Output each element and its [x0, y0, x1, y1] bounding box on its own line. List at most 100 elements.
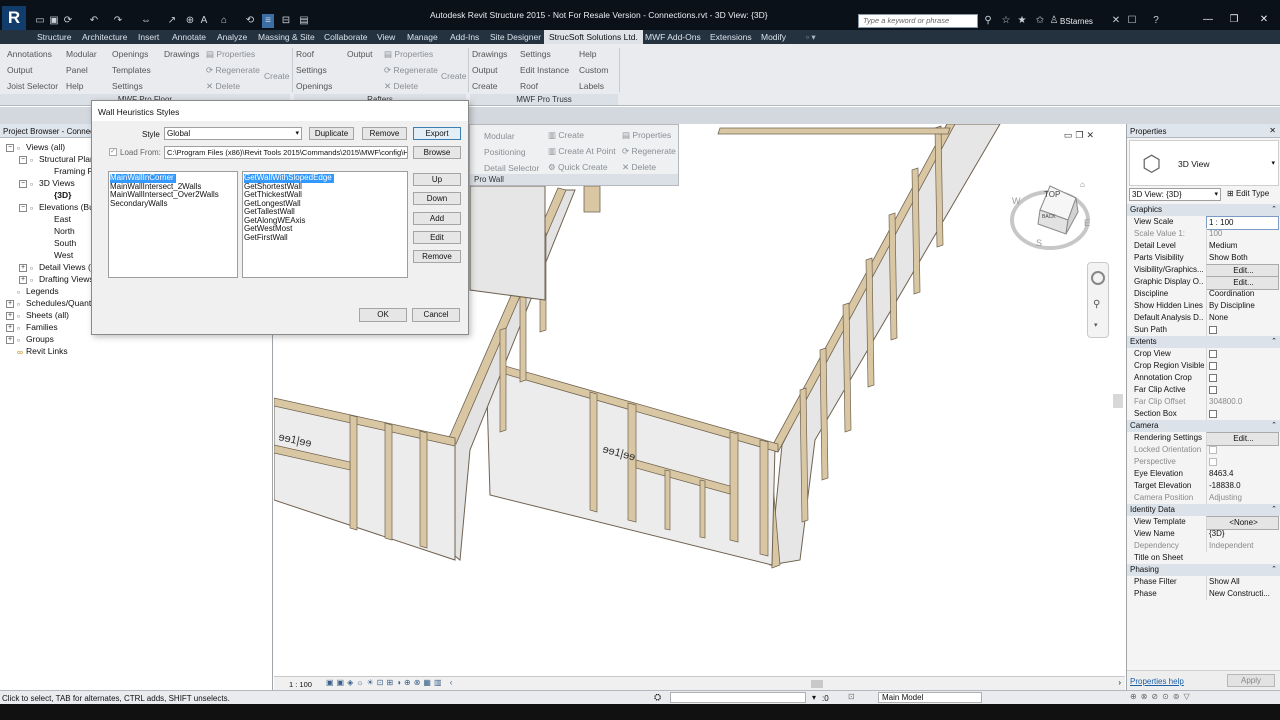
- property-section-header[interactable]: Phasing ⌃: [1127, 564, 1280, 576]
- view-window-controls[interactable]: ▭❐✕: [1064, 130, 1097, 141]
- floor-regenerate-button[interactable]: ⟳ Regenerate: [206, 65, 260, 76]
- binoculars-icon[interactable]: ⚲: [982, 14, 994, 28]
- tab-insert[interactable]: Insert: [138, 32, 159, 42]
- rafters-delete-button[interactable]: ✕ Delete: [384, 81, 418, 92]
- tree-toggle-icon[interactable]: +: [6, 324, 14, 332]
- property-section-header[interactable]: Camera ⌃: [1127, 420, 1280, 432]
- thin-lines-icon[interactable]: ≡: [262, 14, 274, 28]
- sync-icon[interactable]: ⟳: [62, 14, 74, 28]
- steering-wheel-icon[interactable]: [1091, 271, 1105, 285]
- redo-icon[interactable]: ↷: [112, 14, 124, 28]
- tree-toggle-icon[interactable]: +: [19, 276, 27, 284]
- wall-regenerate-button[interactable]: ⟳ Regenerate: [622, 146, 676, 157]
- load-from-path-input[interactable]: C:\Program Files (x86)\Revit Tools 2015\…: [164, 146, 408, 159]
- joist-selector-dropdown[interactable]: Joist Selector: [7, 81, 58, 91]
- tree-item[interactable]: South: [54, 238, 76, 248]
- floor-properties-button[interactable]: ▤ Properties: [206, 49, 255, 60]
- tab-view[interactable]: View: [377, 32, 395, 42]
- tab-manage[interactable]: Manage: [407, 32, 438, 42]
- floor-create-button[interactable]: Create: [264, 71, 290, 81]
- tree-item[interactable]: Revit Links: [26, 346, 68, 356]
- property-value[interactable]: None: [1206, 312, 1279, 324]
- panel-dropdown[interactable]: Panel: [66, 65, 88, 75]
- edit-instance-dropdown[interactable]: Edit Instance: [520, 65, 569, 75]
- floor-delete-button[interactable]: ✕ Delete: [206, 81, 240, 92]
- tree-toggle-icon[interactable]: +: [6, 300, 14, 308]
- tree-item[interactable]: East: [54, 214, 71, 224]
- property-value[interactable]: Show All: [1206, 576, 1279, 588]
- ribbon-toggle-icon[interactable]: ▫ ▾: [806, 32, 816, 43]
- rafters-regenerate-button[interactable]: ⟳ Regenerate: [384, 65, 438, 76]
- truss-output-dropdown[interactable]: Output: [472, 65, 498, 75]
- property-checkbox[interactable]: [1209, 374, 1217, 382]
- property-value[interactable]: Medium: [1206, 240, 1279, 252]
- list-item[interactable]: SecondaryWalls: [110, 199, 168, 209]
- custom-dropdown[interactable]: Custom: [579, 65, 608, 75]
- tree-item[interactable]: Legends: [26, 286, 59, 296]
- edit-button[interactable]: Edit: [413, 231, 461, 244]
- properties-help-link[interactable]: Properties help: [1130, 677, 1184, 686]
- nav-dropdown-icon[interactable]: ▾: [1094, 321, 1098, 329]
- subscription-icon[interactable]: ☆: [1000, 14, 1012, 28]
- tree-item[interactable]: Views (all): [26, 142, 65, 152]
- type-selector[interactable]: ⬡ 3D View ▾: [1129, 140, 1279, 186]
- property-checkbox[interactable]: [1209, 410, 1217, 418]
- close-hidden-icon[interactable]: ⊟: [280, 14, 292, 28]
- viewcube-side-label[interactable]: BACK: [1042, 214, 1056, 220]
- positioning-dropdown[interactable]: Positioning: [484, 147, 526, 157]
- wall-properties-button[interactable]: ▤ Properties: [622, 130, 671, 141]
- tree-toggle-icon[interactable]: −: [19, 156, 27, 164]
- up-button[interactable]: Up: [413, 173, 461, 186]
- tab-site-designer[interactable]: Site Designer: [490, 32, 541, 42]
- section-icon[interactable]: ⟲: [244, 14, 256, 28]
- truss-roof-dropdown[interactable]: Roof: [520, 81, 538, 91]
- collapse-icon[interactable]: ⌃: [1271, 204, 1277, 216]
- tree-item[interactable]: Schedules/Quanti: [26, 298, 93, 308]
- wall-delete-button[interactable]: ✕ Delete: [622, 162, 656, 173]
- create-at-point-button[interactable]: ▥ Create At Point: [548, 146, 616, 157]
- tree-toggle-icon[interactable]: −: [6, 144, 14, 152]
- heuristic-groups-list[interactable]: MainWallInCorner MainWallIntersect_2Walls…: [108, 171, 238, 278]
- tree-toggle-icon[interactable]: +: [6, 336, 14, 344]
- tab-modify[interactable]: Modify: [761, 32, 786, 42]
- tree-toggle-icon[interactable]: +: [6, 312, 14, 320]
- wall-modular-dropdown[interactable]: Modular: [484, 131, 515, 141]
- openings-dropdown[interactable]: Openings: [112, 49, 148, 59]
- property-checkbox[interactable]: [1209, 362, 1217, 370]
- user-name[interactable]: BStarnes: [1060, 17, 1093, 26]
- tree-item[interactable]: Families: [26, 322, 58, 332]
- property-checkbox[interactable]: [1209, 326, 1217, 334]
- modular-dropdown[interactable]: Modular: [66, 49, 97, 59]
- text-icon[interactable]: A: [198, 14, 210, 28]
- cancel-button[interactable]: Cancel: [412, 308, 460, 322]
- help-icon[interactable]: ?: [1150, 14, 1162, 28]
- undo-icon[interactable]: ↶: [88, 14, 100, 28]
- roof-dropdown[interactable]: Roof: [296, 49, 314, 59]
- style-dropdown[interactable]: Global ▾: [164, 127, 302, 140]
- labels-dropdown[interactable]: Labels: [579, 81, 604, 91]
- tab-strucsoft[interactable]: StrucSoft Solutions Ltd.: [544, 30, 643, 44]
- rafters-properties-button[interactable]: ▤ Properties: [384, 49, 433, 60]
- tree-item[interactable]: Structural Plans: [39, 154, 99, 164]
- property-value[interactable]: By Discipline: [1206, 300, 1279, 312]
- editable-only-icon[interactable]: ⊡: [848, 692, 855, 701]
- tab-annotate[interactable]: Annotate: [172, 32, 206, 42]
- search-input[interactable]: Type a keyword or phrase: [858, 14, 978, 28]
- collapse-icon[interactable]: ⌃: [1271, 504, 1277, 516]
- align-dimension-icon[interactable]: ↗: [166, 14, 178, 28]
- zoom-icon[interactable]: ⚲: [1093, 299, 1100, 310]
- collapse-icon[interactable]: ⌃: [1271, 336, 1277, 348]
- filter-icon[interactable]: ▾: [812, 693, 816, 702]
- tab-analyze[interactable]: Analyze: [217, 32, 247, 42]
- list-item[interactable]: GetFirstWall: [244, 233, 288, 243]
- tree-item[interactable]: 3D Views: [39, 178, 75, 188]
- tree-item[interactable]: {3D}: [54, 190, 71, 200]
- design-option-dropdown[interactable]: Main Model: [878, 692, 982, 703]
- wall-create-button[interactable]: ▥ Create: [548, 130, 584, 141]
- tag-icon[interactable]: ⊕: [184, 14, 196, 28]
- tree-item[interactable]: North: [54, 226, 75, 236]
- property-value[interactable]: 8463.4: [1206, 468, 1279, 480]
- restore-icon[interactable]: ❐: [1222, 12, 1246, 28]
- tree-item[interactable]: Sheets (all): [26, 310, 69, 320]
- save-icon[interactable]: ▣: [48, 14, 60, 28]
